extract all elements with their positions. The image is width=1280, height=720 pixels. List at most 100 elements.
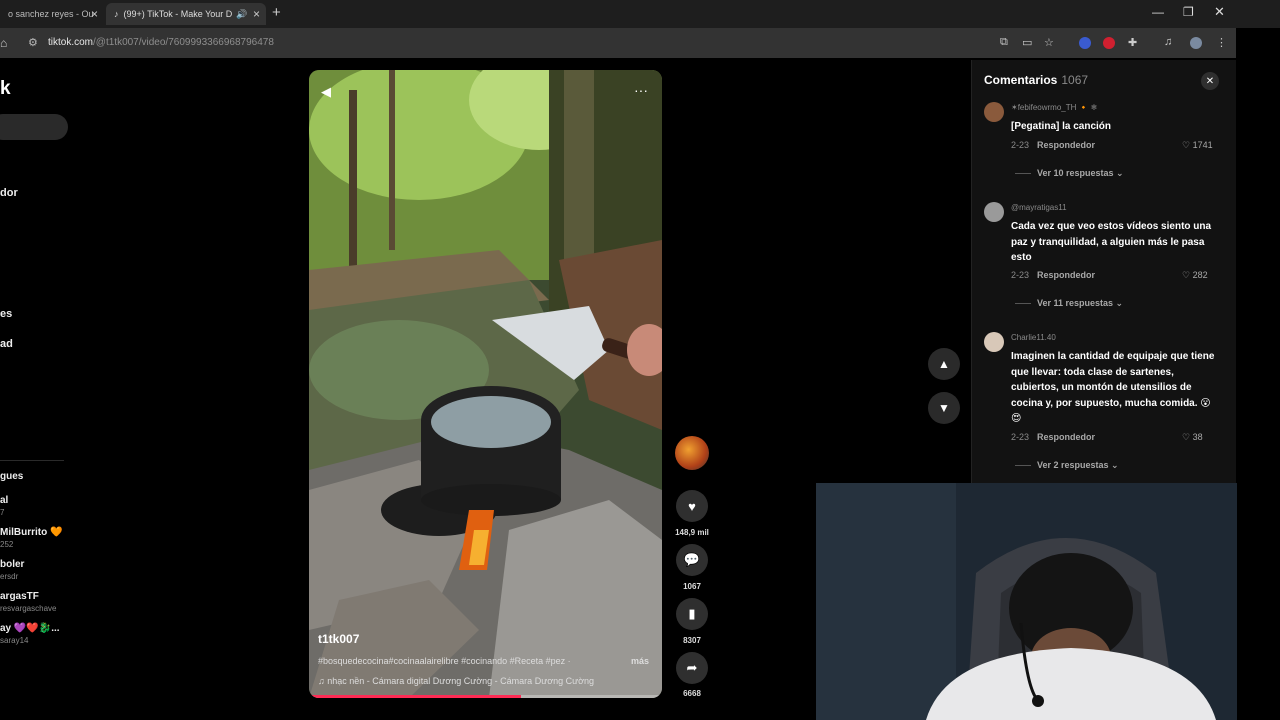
home-icon[interactable]: ⌂ (0, 36, 7, 50)
video-description: #bosquedecocina#cocinaalairelibre #cocin… (318, 656, 649, 666)
view-replies-button[interactable]: Ver 11 respuestas ⌄ (1015, 298, 1123, 309)
sidebar-search-input[interactable] (0, 114, 68, 140)
comment-like-button[interactable]: ♡ 1741 (1182, 140, 1213, 151)
view-replies-button[interactable]: Ver 2 respuestas ⌄ (1015, 460, 1119, 471)
video-hashtags[interactable]: #bosquedecocina#cocinaalairelibre #cocin… (318, 656, 571, 666)
replies-divider (1015, 173, 1031, 175)
reply-button[interactable]: Respondedor (1037, 140, 1095, 150)
view-replies-label: Ver 10 respuestas ⌄ (1037, 168, 1124, 178)
url-field[interactable]: tiktok.com/@t1tk007/video/76099933669687… (48, 37, 274, 48)
following-account-handle: 252 (0, 540, 14, 549)
view-replies-label: Ver 11 respuestas ⌄ (1037, 298, 1124, 308)
comment-like-count: 38 (1192, 432, 1203, 442)
previous-video-button[interactable]: ▲ (928, 348, 960, 380)
tab-title: o sanchez reyes - Ou (8, 9, 94, 19)
view-replies-button[interactable]: Ver 10 respuestas ⌄ (1015, 168, 1124, 179)
video-progress-fill (309, 695, 521, 698)
heart-outline-icon: ♡ (1182, 270, 1191, 280)
sidebar-item[interactable]: es (0, 308, 12, 320)
commenter-avatar[interactable] (984, 202, 1004, 222)
video-music[interactable]: ♫ nhạc nền - Cámara digital Dương Cường … (318, 676, 594, 686)
comment-button[interactable]: 💬 (676, 544, 708, 576)
maximize-icon[interactable]: ❐ (1183, 5, 1194, 19)
browser-menu-icon[interactable]: ⋮ (1216, 36, 1227, 49)
comment-like-button[interactable]: ♡ 282 (1182, 270, 1208, 281)
close-tab-icon[interactable]: × (91, 7, 98, 21)
browser-tab-1[interactable]: o sanchez reyes - Ou × (0, 3, 104, 25)
comment-like-button[interactable]: ♡ 38 (1182, 432, 1203, 443)
tab-title: (99+) TikTok - Make Your D (123, 9, 233, 19)
following-account-name[interactable]: argasTF (0, 591, 39, 602)
comment-bubble-icon: 💬 (683, 552, 701, 567)
close-window-icon[interactable]: ✕ (1214, 4, 1225, 20)
save-count: 8307 (683, 636, 701, 645)
speaker-icon[interactable]: 🔊 (236, 9, 247, 20)
chevron-down-icon: ▼ (938, 401, 950, 415)
tiktok-logo[interactable]: k (0, 78, 11, 100)
reply-button[interactable]: Respondedor (1037, 270, 1095, 280)
browser-tab-2-active[interactable]: ♪ (99+) TikTok - Make Your D 🔊 × (106, 3, 266, 25)
cast-icon[interactable]: ▭ (1022, 36, 1032, 49)
close-tab-icon[interactable]: × (253, 7, 260, 21)
url-host: tiktok.com (48, 37, 94, 48)
webcam-scene (816, 483, 1237, 720)
chevron-up-icon: ▲ (938, 357, 950, 371)
see-more-link[interactable]: más (631, 656, 649, 666)
following-header: gues (0, 471, 24, 482)
comment-text: Cada vez que veo estos vídeos siento una… (1011, 221, 1212, 263)
sidebar-divider (0, 460, 64, 461)
url-path: /@t1tk007/video/7609993366968796478 (93, 37, 274, 48)
comment-date: 2-23 (1011, 140, 1030, 150)
tiktok-favicon-icon: ♪ (114, 9, 119, 19)
reply-button[interactable]: Respondedor (1037, 432, 1095, 442)
minimize-icon[interactable]: — (1152, 5, 1164, 19)
video-progress-bar[interactable] (309, 695, 662, 698)
media-control-icon[interactable]: ♫ (1164, 36, 1172, 48)
following-account-handle: saray14 (0, 636, 29, 645)
sidebar-item[interactable]: ad (0, 338, 13, 350)
comment-meta: 2-23 Respondedor (1011, 432, 1095, 442)
comment-text: [Pegatina] la canción (1011, 121, 1112, 132)
following-account-name[interactable]: MilBurrito 🧡 (0, 527, 62, 538)
replies-divider (1015, 303, 1031, 305)
save-button[interactable]: ▮ (676, 598, 708, 630)
extension-2-icon[interactable] (1103, 37, 1115, 49)
profile-avatar[interactable] (1190, 37, 1202, 49)
view-replies-label: Ver 2 respuestas ⌄ (1037, 460, 1119, 470)
share-button[interactable]: ➦ (676, 652, 708, 684)
creator-avatar[interactable] (675, 436, 709, 470)
commenter-avatar[interactable] (984, 332, 1004, 352)
video-player[interactable]: ◀ ··· t1tk007 #bosquedecocina#cocinaalai… (309, 70, 662, 698)
close-comments-button[interactable]: ✕ (1201, 72, 1219, 90)
bookmark-icon: ▮ (688, 606, 696, 621)
commenter-avatar[interactable] (984, 102, 1004, 122)
comment-meta: 2-23 Respondedor (1011, 140, 1095, 150)
extension-1-icon[interactable] (1079, 37, 1091, 49)
commenter-name[interactable]: ✶febifeowrmo_TH 🔸 ❄ (1011, 103, 1098, 112)
commenter-name[interactable]: @mayratigas11 (1011, 203, 1067, 212)
following-account-name[interactable]: boler (0, 559, 24, 570)
bookmark-star-icon[interactable]: ☆ (1044, 36, 1054, 49)
extensions-puzzle-icon[interactable]: ✚ (1128, 36, 1137, 49)
comment-meta: 2-23 Respondedor (1011, 270, 1095, 280)
new-tab-icon[interactable]: + (272, 4, 281, 21)
next-video-button[interactable]: ▼ (928, 392, 960, 424)
more-options-icon[interactable]: ··· (634, 82, 648, 98)
heart-outline-icon: ♡ (1182, 432, 1191, 442)
address-bar-row: ⌂ ⚙ tiktok.com/@t1tk007/video/7609993366… (0, 28, 1236, 58)
like-count: 148,9 mil (675, 528, 709, 537)
sidebar-item[interactable]: dor (0, 187, 18, 199)
following-account-name[interactable]: al (0, 495, 8, 506)
comment-like-count: 282 (1192, 270, 1208, 280)
video-author[interactable]: t1tk007 (318, 632, 359, 646)
following-account-handle: ersdr (0, 572, 19, 581)
like-button[interactable]: ♥ (676, 490, 708, 522)
commenter-name[interactable]: Charlie11.40 (1011, 333, 1056, 342)
volume-icon[interactable]: ◀ (321, 84, 331, 100)
heart-icon: ♥ (688, 498, 696, 514)
comment-like-count: 1741 (1192, 140, 1213, 150)
following-account-name[interactable]: ay 💜❤️🐉... (0, 623, 60, 634)
comment-count: 1067 (683, 582, 701, 591)
site-settings-icon[interactable]: ⚙ (28, 36, 38, 49)
translate-icon[interactable]: ⧉ (1000, 36, 1008, 49)
